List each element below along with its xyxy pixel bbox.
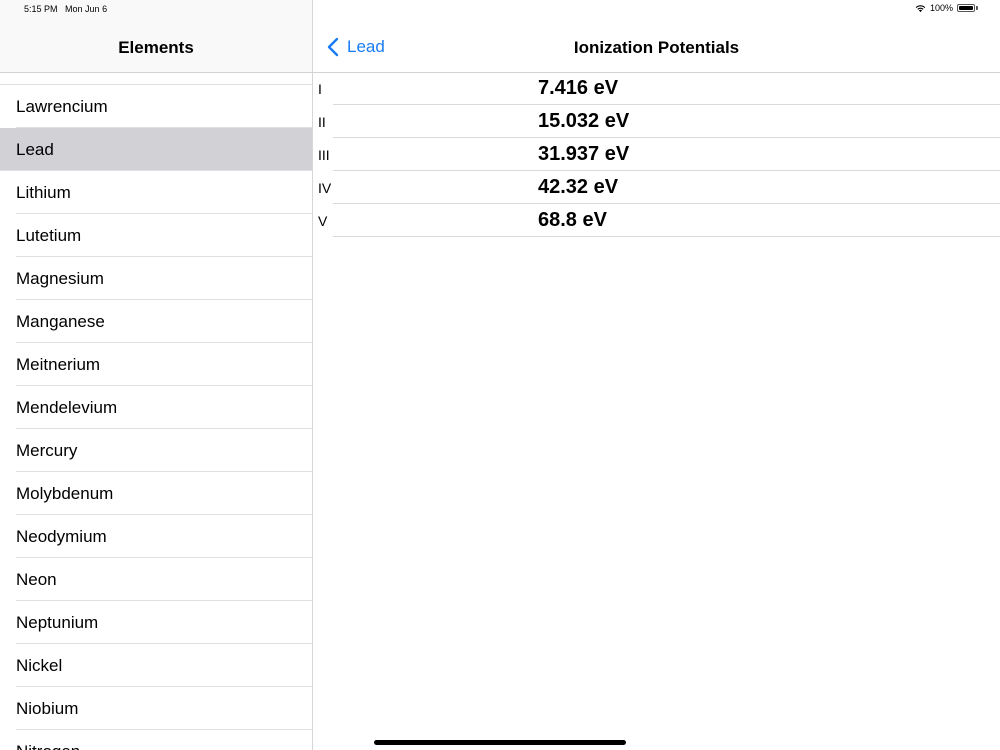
- sidebar-item-neon[interactable]: Neon: [0, 558, 312, 601]
- sidebar-item-neptunium[interactable]: Neptunium: [0, 601, 312, 644]
- row-value: 31.937 eV: [538, 143, 630, 165]
- sidebar-item-label: Lithium: [16, 183, 71, 202]
- sidebar-item-meitnerium[interactable]: Meitnerium: [0, 343, 312, 386]
- sidebar-item-label: Manganese: [16, 312, 105, 331]
- status-right: 100%: [915, 3, 978, 13]
- date-text: Mon Jun 6: [65, 4, 108, 14]
- screen: 5:15 PM Mon Jun 6 100% Elements Lawrenci…: [0, 0, 1000, 750]
- row-value: 68.8 eV: [538, 209, 607, 231]
- sidebar-item-label: Neodymium: [16, 527, 107, 546]
- sidebar-title: Elements: [118, 38, 194, 57]
- detail-pane: Lead Ionization Potentials I 7.416 eV II…: [313, 0, 1000, 750]
- battery-icon: [957, 4, 975, 12]
- table-row: I 7.416 eV: [313, 72, 1000, 105]
- element-list: Lawrencium Lead Lithium Lutetium Magnesi…: [0, 84, 312, 750]
- table-row: III 31.937 eV: [313, 138, 1000, 171]
- battery-fill: [959, 6, 973, 10]
- sidebar-item-label: Neptunium: [16, 613, 99, 632]
- time-text: 5:15 PM: [24, 4, 58, 14]
- sidebar-item-label: Mendelevium: [16, 398, 118, 417]
- row-label: I: [318, 81, 322, 97]
- battery-percent: 100%: [929, 3, 953, 13]
- row-value: 42.32 eV: [538, 176, 619, 198]
- sidebar: Elements Lawrencium Lead Lithium Lutetiu…: [0, 0, 313, 750]
- home-indicator[interactable]: [374, 740, 626, 745]
- page-title: Ionization Potentials: [573, 38, 740, 57]
- sidebar-item-magnesium[interactable]: Magnesium: [0, 257, 312, 300]
- sidebar-item-label: Molybdenum: [16, 484, 114, 503]
- row-label: III: [318, 147, 330, 163]
- sidebar-item-label: Lead: [16, 140, 54, 159]
- row-value: 7.416 eV: [538, 77, 619, 99]
- sidebar-item-nickel[interactable]: Nickel: [0, 644, 312, 687]
- table-row: V 68.8 eV: [313, 204, 1000, 237]
- sidebar-item-label: Neon: [16, 570, 57, 589]
- sidebar-item-label: Mercury: [16, 441, 78, 460]
- sidebar-item-niobium[interactable]: Niobium: [0, 687, 312, 730]
- row-label: V: [318, 213, 328, 229]
- sidebar-item-label: Niobium: [16, 699, 79, 718]
- sidebar-item-manganese[interactable]: Manganese: [0, 300, 312, 343]
- row-value: 15.032 eV: [538, 110, 630, 132]
- sidebar-item-lutetium[interactable]: Lutetium: [0, 214, 312, 257]
- sidebar-item-label: Nickel: [16, 656, 63, 675]
- row-label: II: [318, 114, 326, 130]
- sidebar-item-molybdenum[interactable]: Molybdenum: [0, 472, 312, 515]
- sidebar-item-lawrencium[interactable]: Lawrencium: [0, 85, 312, 128]
- table-row: IV 42.32 eV: [313, 171, 1000, 204]
- table-row: II 15.032 eV: [313, 105, 1000, 138]
- sidebar-item-mendelevium[interactable]: Mendelevium: [0, 386, 312, 429]
- sidebar-item-label: Lutetium: [16, 226, 82, 245]
- battery-cap: [976, 6, 978, 10]
- sidebar-item-nitrogen[interactable]: Nitrogen: [0, 730, 312, 750]
- sidebar-item-neodymium[interactable]: Neodymium: [0, 515, 312, 558]
- sidebar-item-lithium[interactable]: Lithium: [0, 171, 312, 214]
- status-bar: 5:15 PM Mon Jun 6 100%: [0, 0, 1000, 18]
- row-label: IV: [318, 180, 332, 196]
- sidebar-item-lead[interactable]: Lead: [0, 128, 312, 171]
- status-time: 5:15 PM Mon Jun 6: [24, 4, 107, 14]
- sidebar-item-label: Magnesium: [16, 269, 104, 288]
- sidebar-item-label: Lawrencium: [16, 97, 108, 116]
- sidebar-item-label: Nitrogen: [16, 742, 80, 750]
- sidebar-item-mercury[interactable]: Mercury: [0, 429, 312, 472]
- ionization-table: I 7.416 eV II 15.032 eV III 31.937 eV IV…: [313, 72, 1000, 237]
- sidebar-item-label: Meitnerium: [16, 355, 101, 374]
- wifi-icon: [915, 4, 926, 12]
